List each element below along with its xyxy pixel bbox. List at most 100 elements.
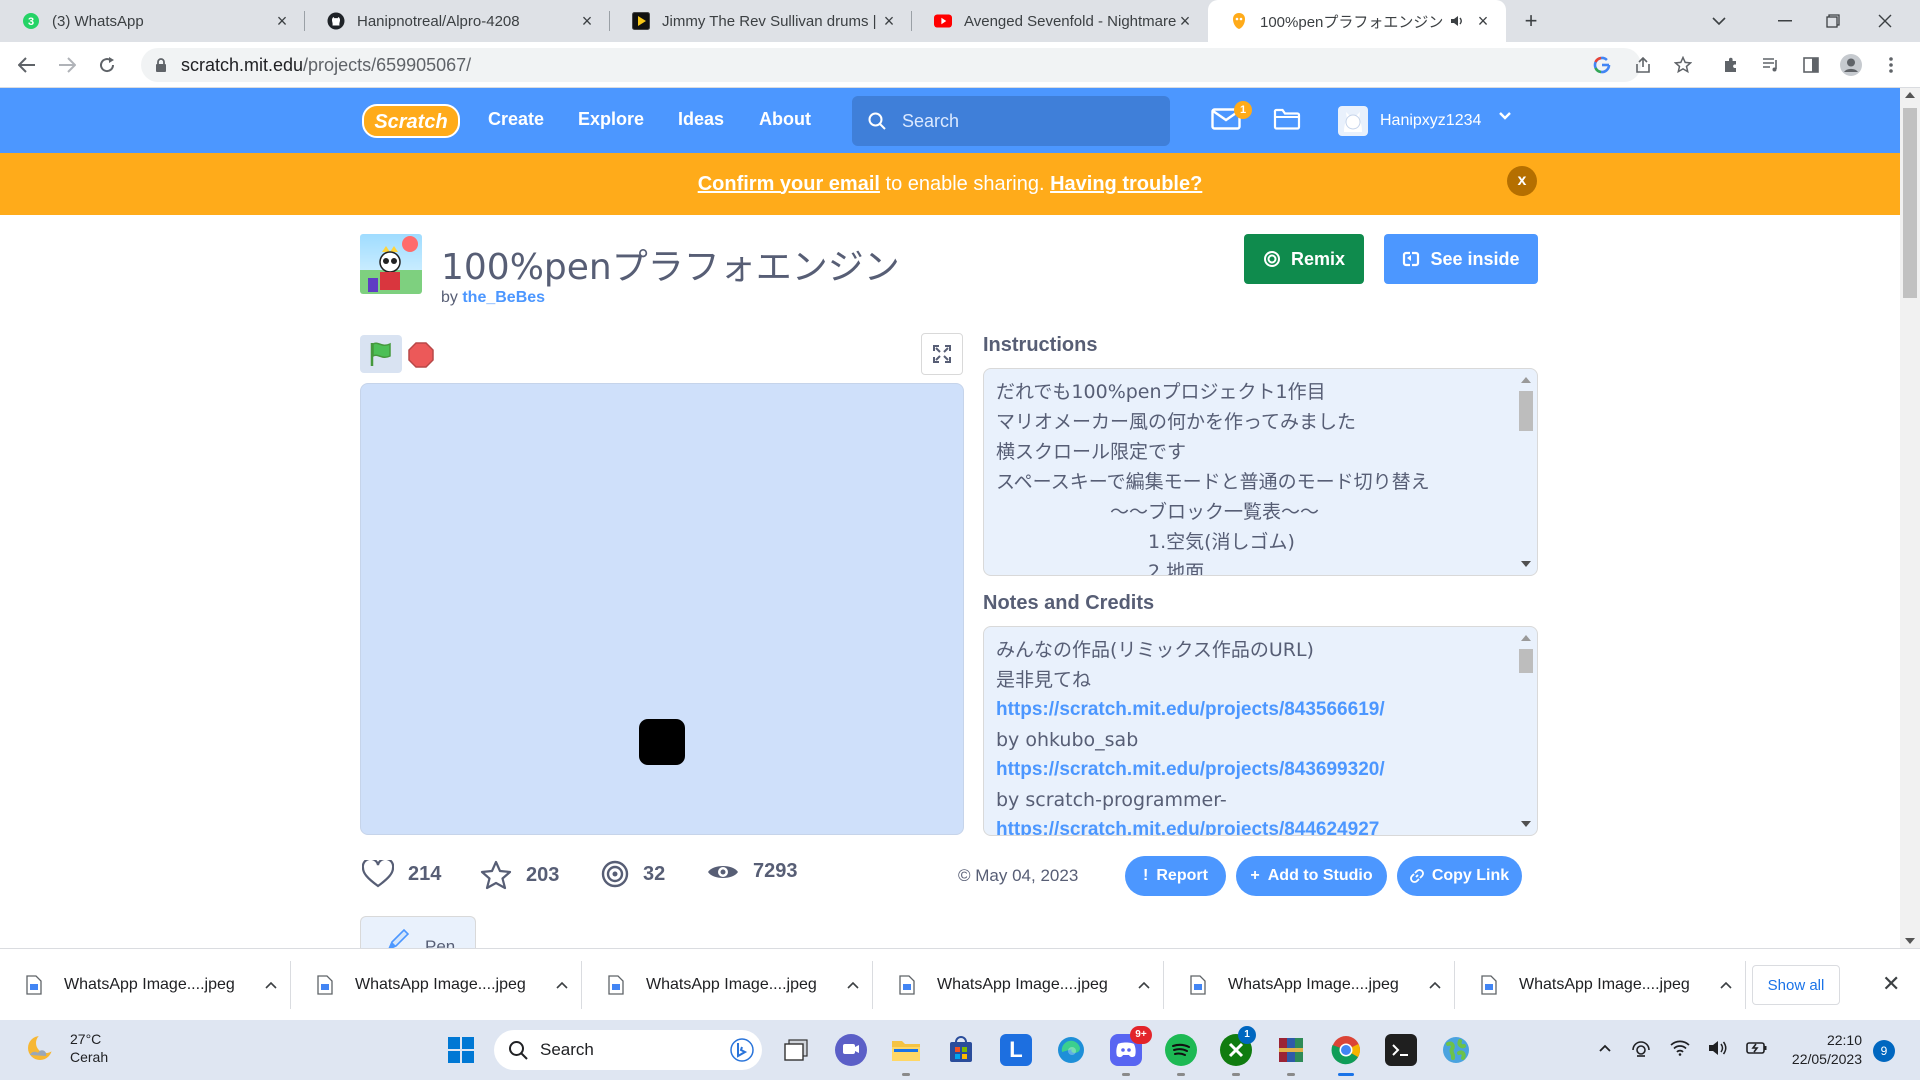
launcher-l-icon[interactable]: L (1000, 1034, 1032, 1066)
wifi-icon[interactable] (1670, 1040, 1690, 1056)
page-scroll-up-icon[interactable] (1905, 92, 1915, 98)
scroll-down-arrow-icon[interactable] (1521, 561, 1531, 567)
chrome-menu-icon[interactable] (1876, 50, 1906, 80)
page-scroll-thumb[interactable] (1903, 108, 1917, 298)
stop-button[interactable] (408, 342, 434, 368)
volume-icon[interactable] (1708, 1040, 1728, 1056)
chrome-icon[interactable] (1330, 1034, 1362, 1076)
download-item[interactable]: WhatsApp Image....jpeg (582, 949, 873, 1021)
author-link[interactable]: the_BeBes (462, 289, 545, 306)
task-view-icon[interactable] (780, 1034, 812, 1066)
tab-close-icon[interactable]: × (1176, 12, 1194, 30)
nav-create[interactable]: Create (488, 109, 544, 130)
edge-browser-icon[interactable] (1055, 1034, 1087, 1066)
add-to-studio-button[interactable]: + Add to Studio (1236, 856, 1387, 896)
media-controls-icon[interactable] (1756, 50, 1786, 80)
project-link[interactable]: https://scratch.mit.edu/projects/8436993… (996, 755, 1507, 785)
notification-center-badge[interactable]: 9 (1873, 1040, 1895, 1062)
report-button[interactable]: ! Report (1125, 856, 1226, 896)
chevron-down-icon[interactable] (1498, 111, 1512, 121)
xbox-icon[interactable]: 1 (1220, 1026, 1256, 1076)
scroll-down-arrow-icon[interactable] (1521, 821, 1531, 827)
tab-github[interactable]: Hanipnotreal/Alpro-4208 × (305, 0, 610, 42)
my-stuff-folder-icon[interactable] (1273, 108, 1301, 130)
nav-ideas[interactable]: Ideas (678, 109, 724, 130)
forward-arrow-icon[interactable] (52, 50, 82, 80)
audio-playing-icon[interactable] (1450, 14, 1464, 28)
tab-close-icon[interactable]: × (273, 12, 291, 30)
reload-icon[interactable] (92, 50, 122, 80)
tab-search-chevron-icon[interactable] (1704, 6, 1734, 36)
file-explorer-icon[interactable] (890, 1034, 922, 1076)
instructions-scrollbar[interactable] (1519, 373, 1533, 571)
tab-close-icon[interactable]: × (578, 12, 596, 30)
winrar-icon[interactable] (1275, 1034, 1307, 1076)
close-window-icon[interactable] (1870, 6, 1900, 36)
scroll-up-arrow-icon[interactable] (1521, 635, 1531, 641)
side-panel-icon[interactable] (1796, 50, 1826, 80)
download-item[interactable]: WhatsApp Image....jpeg (1455, 949, 1746, 1021)
see-inside-button[interactable]: See inside (1384, 234, 1538, 284)
scratch-logo[interactable]: Scratch (362, 104, 460, 138)
download-options-chevron-icon[interactable] (1124, 981, 1164, 989)
lock-icon[interactable] (155, 57, 167, 73)
user-avatar[interactable] (1338, 106, 1368, 136)
back-arrow-icon[interactable] (12, 50, 42, 80)
scroll-thumb[interactable] (1519, 649, 1533, 673)
download-options-chevron-icon[interactable] (833, 981, 873, 989)
download-options-chevron-icon[interactable] (1706, 981, 1746, 989)
download-item[interactable]: WhatsApp Image....jpeg (1164, 949, 1455, 1021)
network-settings-icon[interactable] (1630, 1038, 1652, 1058)
world-globe-app-icon[interactable] (1440, 1034, 1472, 1066)
nav-about[interactable]: About (759, 109, 811, 130)
restore-icon[interactable] (1818, 6, 1848, 36)
having-trouble-link[interactable]: Having trouble? (1050, 173, 1202, 196)
windows-start-icon[interactable] (445, 1034, 477, 1066)
download-options-chevron-icon[interactable] (542, 981, 582, 989)
taskbar-search-input[interactable]: Search (494, 1030, 762, 1070)
discord-icon[interactable]: 9+ (1110, 1026, 1152, 1076)
confirm-email-link[interactable]: Confirm your email (698, 173, 880, 196)
scroll-up-arrow-icon[interactable] (1521, 377, 1531, 383)
download-item[interactable]: WhatsApp Image....jpeg (291, 949, 582, 1021)
download-item[interactable]: WhatsApp Image....jpeg (0, 949, 291, 1021)
new-tab-icon[interactable]: + (1516, 6, 1546, 36)
bookmark-star-icon[interactable] (1668, 50, 1698, 80)
tab-youtube[interactable]: Avenged Sevenfold - Nightmare × (912, 0, 1208, 42)
tab-close-icon[interactable]: × (1474, 12, 1492, 30)
scroll-thumb[interactable] (1519, 391, 1533, 431)
show-hidden-icons-icon[interactable] (1598, 1043, 1612, 1053)
download-options-chevron-icon[interactable] (1415, 981, 1455, 989)
microsoft-store-icon[interactable] (945, 1034, 977, 1066)
google-translate-icon[interactable] (1587, 50, 1617, 80)
weather-widget[interactable]: 27°C Cerah (26, 1030, 108, 1066)
download-item[interactable]: WhatsApp Image....jpeg (873, 949, 1164, 1021)
fullscreen-button[interactable] (921, 333, 963, 375)
tab-scratch-project[interactable]: 100%penプラフォエンジン on Sc × (1208, 0, 1506, 42)
profile-avatar-icon[interactable] (1836, 50, 1866, 80)
extensions-puzzle-icon[interactable] (1716, 50, 1746, 80)
remix-button[interactable]: Remix (1244, 234, 1364, 284)
download-options-chevron-icon[interactable] (251, 981, 291, 989)
notes-scrollbar[interactable] (1519, 631, 1533, 831)
close-downloads-icon[interactable]: ✕ (1882, 971, 1900, 997)
banner-close-button[interactable]: x (1507, 166, 1537, 196)
notes-textbox[interactable]: みんなの作品(リミックス作品のURL) 是非見てね https://scratch.… (983, 626, 1538, 836)
taskbar-clock[interactable]: 22:10 22/05/2023 (1778, 1031, 1862, 1069)
instructions-textbox[interactable]: だれでも100%penプロジェクト1作目 マリオメーカー風の何かを作ってみました横… (983, 368, 1538, 576)
scratch-search-input[interactable]: Search (852, 96, 1170, 146)
favorite-stat[interactable]: 203 (480, 860, 559, 890)
spotify-icon[interactable] (1165, 1034, 1197, 1076)
show-all-downloads-button[interactable]: Show all (1752, 965, 1840, 1005)
terminal-icon[interactable] (1385, 1034, 1417, 1066)
project-link[interactable]: https://scratch.mit.edu/projects/8435666… (996, 695, 1507, 725)
battery-charging-icon[interactable] (1746, 1041, 1768, 1055)
tab-close-icon[interactable]: × (880, 12, 898, 30)
teams-chat-icon[interactable] (835, 1034, 867, 1066)
minimize-icon[interactable] (1770, 6, 1800, 36)
page-scroll-down-icon[interactable] (1905, 938, 1915, 944)
tab-whatsapp[interactable]: 3 (3) WhatsApp × (0, 0, 305, 42)
nav-explore[interactable]: Explore (578, 109, 644, 130)
bing-chat-icon[interactable] (730, 1038, 754, 1062)
page-scrollbar[interactable] (1900, 88, 1920, 948)
